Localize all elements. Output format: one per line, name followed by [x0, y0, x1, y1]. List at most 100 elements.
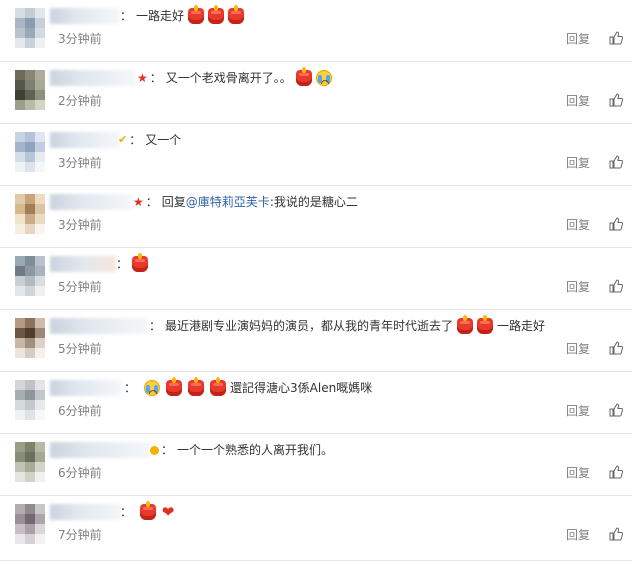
- username-blurred[interactable]: [50, 70, 136, 86]
- avatar[interactable]: [15, 380, 45, 420]
- crying-face-icon: [144, 380, 161, 396]
- comment-time: 3分钟前: [58, 218, 102, 232]
- username-blurred[interactable]: [50, 8, 120, 24]
- comment-text-line: ： 一路走好: [120, 5, 245, 24]
- comment-time: 7分钟前: [58, 528, 102, 542]
- badge-icon: ✔: [118, 133, 128, 146]
- reply-button[interactable]: 回复: [566, 217, 590, 233]
- colon: ：: [149, 319, 162, 333]
- avatar[interactable]: [15, 132, 45, 172]
- comment-text: 一路走好: [136, 9, 185, 23]
- avatar[interactable]: [15, 442, 45, 482]
- comment-text-tail: 一路走好: [497, 319, 546, 333]
- star-icon: ★: [137, 71, 148, 85]
- avatar[interactable]: [15, 8, 45, 48]
- reply-button[interactable]: 回复: [566, 279, 590, 295]
- comment-item: ： 5分钟前 回复: [0, 248, 632, 310]
- colon: ：: [120, 9, 133, 23]
- colon: ：: [145, 195, 158, 209]
- star-icon: ★: [133, 195, 144, 209]
- badge-icon: [150, 445, 159, 455]
- thumbs-up-icon[interactable]: [609, 279, 623, 293]
- comment-time: 5分钟前: [58, 342, 102, 356]
- candle-icon: [140, 501, 157, 520]
- colon: ：: [129, 133, 142, 147]
- comment-item: ： 最近港剧专业演妈妈的演员，都从我的青年时代逝去了 一路走好 5分钟前 回复: [0, 310, 632, 372]
- candle-icon: [132, 253, 149, 272]
- comment-text-line: ： 還記得溏心3係Alen嘅媽咪: [124, 377, 373, 396]
- reply-button[interactable]: 回复: [566, 465, 590, 481]
- avatar[interactable]: [15, 504, 45, 544]
- reply-button[interactable]: 回复: [566, 341, 590, 357]
- comment-text: 最近港剧专业演妈妈的演员，都从我的青年时代逝去了: [165, 319, 454, 333]
- thumbs-up-icon[interactable]: [609, 155, 623, 169]
- reply-button[interactable]: 回复: [566, 93, 590, 109]
- username-blurred[interactable]: [50, 194, 132, 210]
- thumbs-up-icon[interactable]: [609, 527, 623, 541]
- comment-item: ★ ： 回复 @庫特莉亞芙卡 :我说的是糖心二 3分钟前 回复: [0, 186, 632, 248]
- thumbs-up-icon[interactable]: [609, 341, 623, 355]
- comment-text: 又一个: [145, 133, 182, 147]
- reply-button[interactable]: 回复: [566, 527, 590, 543]
- colon: ：: [124, 381, 137, 395]
- avatar[interactable]: [15, 318, 45, 358]
- colon: ：: [120, 505, 133, 519]
- comment-time: 3分钟前: [58, 156, 102, 170]
- thumbs-up-icon[interactable]: [609, 31, 623, 45]
- candle-icon: [188, 377, 205, 396]
- comment-text: 又一个老戏骨离开了。。: [165, 71, 292, 85]
- comment-text-line: ：: [116, 253, 149, 272]
- reply-button[interactable]: 回复: [566, 403, 590, 419]
- comment-item: ✔ ： 又一个 3分钟前 回复: [0, 124, 632, 186]
- comment-item: ★ ： 又一个老戏骨离开了。。 2分钟前 回复: [0, 62, 632, 124]
- username-blurred[interactable]: [50, 318, 148, 334]
- reply-button[interactable]: 回复: [566, 155, 590, 171]
- colon: ：: [149, 71, 162, 85]
- colon: ：: [161, 443, 174, 457]
- username-blurred[interactable]: [50, 442, 150, 458]
- thumbs-up-icon[interactable]: [609, 403, 623, 417]
- comment-text: :我说的是糖心二: [269, 195, 358, 209]
- comment-time: 2分钟前: [58, 94, 102, 108]
- candle-icon: [166, 377, 183, 396]
- avatar[interactable]: [15, 194, 45, 234]
- username-blurred[interactable]: [50, 380, 122, 396]
- thumbs-up-icon[interactable]: [609, 217, 623, 231]
- comment-item: ： 還記得溏心3係Alen嘅媽咪 6分钟前 回复: [0, 372, 632, 434]
- comment-time: 6分钟前: [58, 404, 102, 418]
- comment-text-line: ★ ： 又一个老戏骨离开了。。: [137, 67, 332, 86]
- candle-icon: [477, 315, 494, 334]
- crying-face-icon: [315, 70, 332, 86]
- candle-icon: [208, 5, 225, 24]
- username-blurred[interactable]: [50, 132, 120, 148]
- comment-text-line: ★ ： 回复 @庫特莉亞芙卡 :我说的是糖心二: [133, 194, 358, 210]
- candle-icon: [188, 5, 205, 24]
- avatar[interactable]: [15, 256, 45, 296]
- comment-text-line: ✔ ： 又一个: [118, 132, 181, 148]
- thumbs-up-icon[interactable]: [609, 93, 623, 107]
- reply-button[interactable]: 回复: [566, 31, 590, 47]
- username-blurred[interactable]: [50, 256, 116, 272]
- mention-link[interactable]: @庫特莉亞芙卡: [186, 194, 270, 210]
- colon: ：: [116, 257, 129, 271]
- comment-item: ： ❤ 7分钟前 回复: [0, 496, 632, 561]
- comment-time: 6分钟前: [58, 466, 102, 480]
- comment-item: ： 一路走好 3分钟前 回复: [0, 0, 632, 62]
- avatar[interactable]: [15, 70, 45, 110]
- comment-item: ： 一个一个熟悉的人离开我们。 6分钟前 回复: [0, 434, 632, 496]
- comment-text-line: ： 一个一个熟悉的人离开我们。: [150, 442, 333, 458]
- comment-text-line: ： 最近港剧专业演妈妈的演员，都从我的青年时代逝去了 一路走好: [149, 315, 546, 334]
- comment-text: 還記得溏心3係Alen嘅媽咪: [230, 381, 373, 395]
- candle-icon: [210, 377, 227, 396]
- thumbs-up-icon[interactable]: [609, 465, 623, 479]
- username-blurred[interactable]: [50, 504, 122, 520]
- candle-icon: [228, 5, 245, 24]
- comment-time: 3分钟前: [58, 32, 102, 46]
- comment-time: 5分钟前: [58, 280, 102, 294]
- candle-icon: [457, 315, 474, 334]
- heart-icon: ❤: [161, 503, 175, 521]
- comment-text-line: ： ❤: [120, 501, 176, 521]
- comment-text: 一个一个熟悉的人离开我们。: [177, 443, 334, 457]
- reply-prefix: 回复: [161, 195, 186, 209]
- candle-icon: [295, 67, 312, 86]
